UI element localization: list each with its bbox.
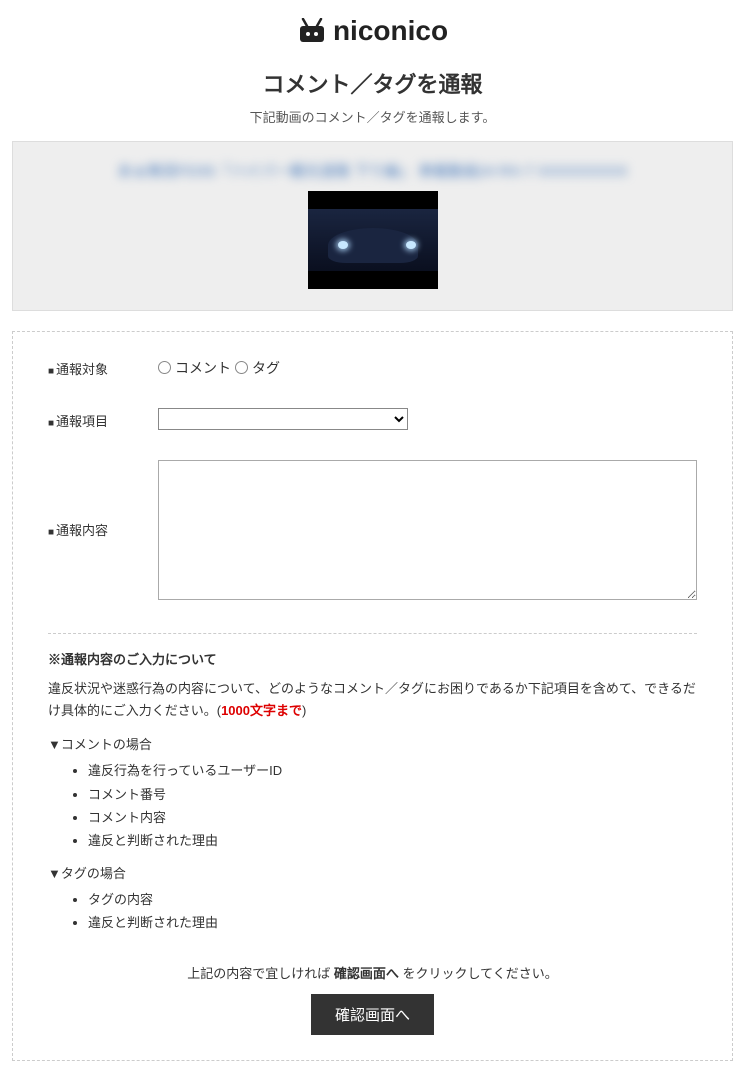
confirm-button[interactable]: 確認画面へ [311,994,434,1035]
list-comment-case: 違反行為を行っているユーザーID コメント番号 コメント内容 違反と判断された理… [88,759,697,853]
radio-group-target: コメント タグ [158,358,697,378]
submit-note: 上記の内容で宜しければ 確認画面へ をクリックしてください。 [48,963,697,982]
video-thumbnail [308,191,438,289]
label-category: ■通報項目 [48,409,158,430]
list-item: 違反と判断された理由 [88,911,697,934]
brand-header: niconico [12,15,733,47]
video-info-card: あぁ無双FD3S「ハイパー観光道路 下り編」 車載動画24 RX-7 XXXXX… [12,141,733,311]
select-category[interactable] [158,408,408,430]
row-content: ■通報内容 [48,460,697,603]
list-item: コメント番号 [88,783,697,806]
radio-option-comment[interactable]: コメント [158,358,231,378]
submit-area: 上記の内容で宜しければ 確認画面へ をクリックしてください。 確認画面へ [48,963,697,1035]
label-content: ■通報内容 [48,460,158,539]
radio-icon [158,361,171,374]
textarea-content[interactable] [158,460,697,600]
divider [48,633,697,634]
label-target: ■通報対象 [48,357,158,378]
list-item: 違反行為を行っているユーザーID [88,759,697,782]
page-title: コメント／タグを通報 [12,67,733,99]
notice-text: 違反状況や迷惑行為の内容について、どのようなコメント／タグにお困りであるか下記項… [48,678,697,722]
page-subtitle: 下記動画のコメント／タグを通報します。 [12,107,733,126]
radio-label-tag: タグ [252,358,280,378]
radio-option-tag[interactable]: タグ [235,358,280,378]
heading-tag-case: ▼タグの場合 [48,863,697,882]
heading-comment-case: ▼コメントの場合 [48,734,697,753]
brand-name: niconico [333,15,448,47]
row-category: ■通報項目 [48,408,697,430]
radio-icon [235,361,248,374]
list-item: タグの内容 [88,888,697,911]
notice-title: ※通報内容のご入力について [48,649,697,668]
list-tag-case: タグの内容 違反と判断された理由 [88,888,697,935]
char-limit: 1000文字まで [221,703,302,718]
list-item: 違反と判断された理由 [88,829,697,852]
radio-label-comment: コメント [175,358,231,378]
brand-icon [297,18,327,44]
video-title-blurred: あぁ無双FD3S「ハイパー観光道路 下り編」 車載動画24 RX-7 XXXXX… [31,160,714,181]
list-item: コメント内容 [88,806,697,829]
row-target: ■通報対象 コメント タグ [48,357,697,378]
report-form: ■通報対象 コメント タグ ■通報項目 [12,331,733,1061]
